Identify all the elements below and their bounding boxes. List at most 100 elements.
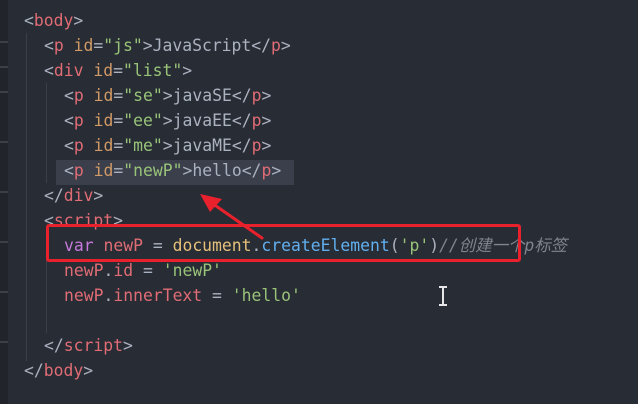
code-token: < [44, 36, 54, 55]
code-token: > [261, 111, 272, 130]
code-token: > [162, 111, 173, 130]
editor-gutter [0, 0, 8, 404]
code-token: = [113, 61, 123, 80]
annotation-highlight-box [46, 224, 521, 262]
code-token: > [182, 161, 193, 180]
code-token: id [113, 261, 134, 280]
code-token: body [33, 11, 74, 30]
code-line[interactable]: <p id="ee">javaEE</p> [64, 108, 271, 133]
code-token: p [73, 86, 84, 105]
code-token: 'newP' [162, 261, 222, 280]
code-token: body [43, 361, 84, 380]
code-line[interactable]: <p id="js">JavaScript</p> [44, 33, 291, 58]
code-token: < [44, 61, 54, 80]
code-token: </ [231, 111, 252, 130]
code-token: > [280, 36, 291, 55]
code-token: id [93, 136, 114, 155]
code-token: = [133, 261, 163, 280]
code-token: . [103, 261, 114, 280]
code-token: "newP" [123, 161, 183, 180]
gutter-marker [0, 66, 8, 68]
code-token: > [93, 186, 104, 205]
code-token: = [113, 86, 124, 105]
code-token: < [64, 111, 74, 130]
code-token: newP [64, 261, 104, 280]
code-token: > [162, 136, 173, 155]
code-token: </ [44, 186, 64, 205]
code-line[interactable]: <p id="newP">hello</p> [64, 158, 281, 183]
code-token: </ [241, 161, 262, 180]
code-token: hello [192, 161, 242, 180]
code-token: > [83, 361, 94, 380]
gutter-marker [0, 291, 8, 293]
code-token: < [64, 161, 74, 180]
code-token: "ee" [123, 111, 163, 130]
code-token: </ [231, 136, 252, 155]
code-line[interactable]: </div> [44, 183, 103, 208]
code-token: p [251, 136, 262, 155]
code-token: div [53, 61, 84, 80]
code-line[interactable]: <p id="se">javaSE</p> [64, 83, 271, 108]
indent-guide [46, 83, 47, 183]
code-token: </ [231, 86, 252, 105]
code-token: </ [24, 361, 44, 380]
code-token: < [64, 136, 74, 155]
code-token: > [162, 86, 173, 105]
code-token: 'hello' [231, 286, 301, 305]
code-token: > [142, 36, 153, 55]
text-cursor-icon [439, 286, 447, 306]
code-token: script [63, 336, 123, 355]
code-token: > [122, 336, 133, 355]
gutter-marker [0, 41, 8, 43]
code-token: javaEE [172, 111, 232, 130]
code-line[interactable]: <body> [24, 8, 83, 33]
indent-guide [26, 33, 27, 361]
code-token: = [202, 286, 232, 305]
code-token: id [93, 61, 114, 80]
code-line[interactable]: <p id="me">javaME</p> [64, 133, 271, 158]
code-line[interactable]: </script> [44, 333, 133, 358]
code-token: > [73, 11, 84, 30]
code-token: . [103, 286, 114, 305]
code-token: "list" [122, 61, 183, 80]
code-token: > [271, 161, 282, 180]
gutter-marker [0, 241, 8, 243]
code-token: > [261, 86, 272, 105]
code-token: "se" [123, 86, 163, 105]
code-token: javaSE [172, 86, 232, 105]
code-token: id [73, 36, 94, 55]
code-token: p [251, 111, 262, 130]
code-token: newP [64, 286, 104, 305]
gutter-marker [0, 191, 8, 193]
code-token: = [113, 111, 124, 130]
code-token: id [93, 86, 114, 105]
code-token: = [93, 36, 104, 55]
code-token: p [53, 36, 64, 55]
code-token: id [93, 111, 114, 130]
code-token: JavaScript [152, 36, 252, 55]
gutter-marker [0, 91, 8, 93]
code-token: div [63, 186, 94, 205]
code-token: javaME [172, 136, 232, 155]
code-token: "me" [123, 136, 163, 155]
gutter-marker [0, 141, 8, 143]
code-token: p [251, 86, 262, 105]
code-token: innerText [113, 286, 203, 305]
code-token: p [261, 161, 272, 180]
code-token: p [73, 136, 84, 155]
code-token: p [73, 111, 84, 130]
code-token: p [73, 161, 84, 180]
code-line[interactable]: </body> [24, 358, 93, 383]
code-token: < [24, 11, 34, 30]
code-line[interactable]: <div id="list"> [44, 58, 192, 83]
code-line[interactable]: newP.innerText = 'hello' [64, 283, 301, 308]
gutter-marker [0, 341, 8, 343]
code-token: p [271, 36, 281, 55]
code-token: > [261, 136, 272, 155]
